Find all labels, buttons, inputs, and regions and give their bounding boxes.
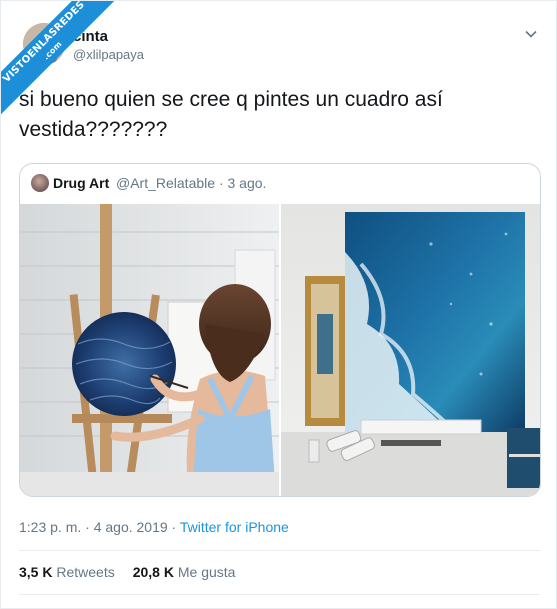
chevron-down-icon[interactable] — [524, 27, 538, 41]
likes-stat[interactable]: 20,8 K Me gusta — [133, 564, 236, 580]
quoted-handle-and-date: @Art_Relatable · 3 ago. — [116, 175, 266, 191]
likes-label: Me gusta — [177, 564, 236, 580]
quoted-name[interactable]: Drug Art — [53, 175, 109, 191]
retweets-stat[interactable]: 3,5 K Retweets — [19, 564, 115, 580]
divider-bottom — [19, 594, 540, 595]
retweets-count: 3,5 K — [19, 564, 53, 580]
divider-top — [19, 550, 540, 551]
quoted-avatar[interactable] — [31, 174, 49, 192]
retweets-label: Retweets — [56, 564, 115, 580]
tweet-timestamp[interactable]: 1:23 p. m. · 4 ago. 2019 — [19, 519, 168, 535]
quoted-separator: · — [218, 175, 224, 191]
watermark-ribbon: VISTOENLASREDES .com — [1, 1, 121, 121]
watermark-line1: VISTOENLASREDES — [1, 1, 88, 86]
quoted-tweet[interactable]: Drug Art @Art_Relatable · 3 ago. — [19, 163, 541, 497]
photo-wave-canvas[interactable] — [281, 204, 540, 496]
tweet-card: VISTOENLASREDES .com cinta @xlilpapaya s… — [0, 0, 557, 609]
meta-separator: · — [167, 519, 180, 535]
quoted-date[interactable]: 3 ago. — [228, 175, 267, 191]
photo-painting-woman[interactable] — [20, 204, 279, 496]
tweet-source-link[interactable]: Twitter for iPhone — [180, 519, 289, 535]
tweet-meta: 1:23 p. m. · 4 ago. 2019 · Twitter for i… — [19, 519, 289, 535]
quoted-handle[interactable]: @Art_Relatable — [116, 175, 215, 191]
likes-count: 20,8 K — [132, 564, 174, 580]
tweet-stats: 3,5 K Retweets 20,8 K Me gusta — [19, 564, 235, 580]
